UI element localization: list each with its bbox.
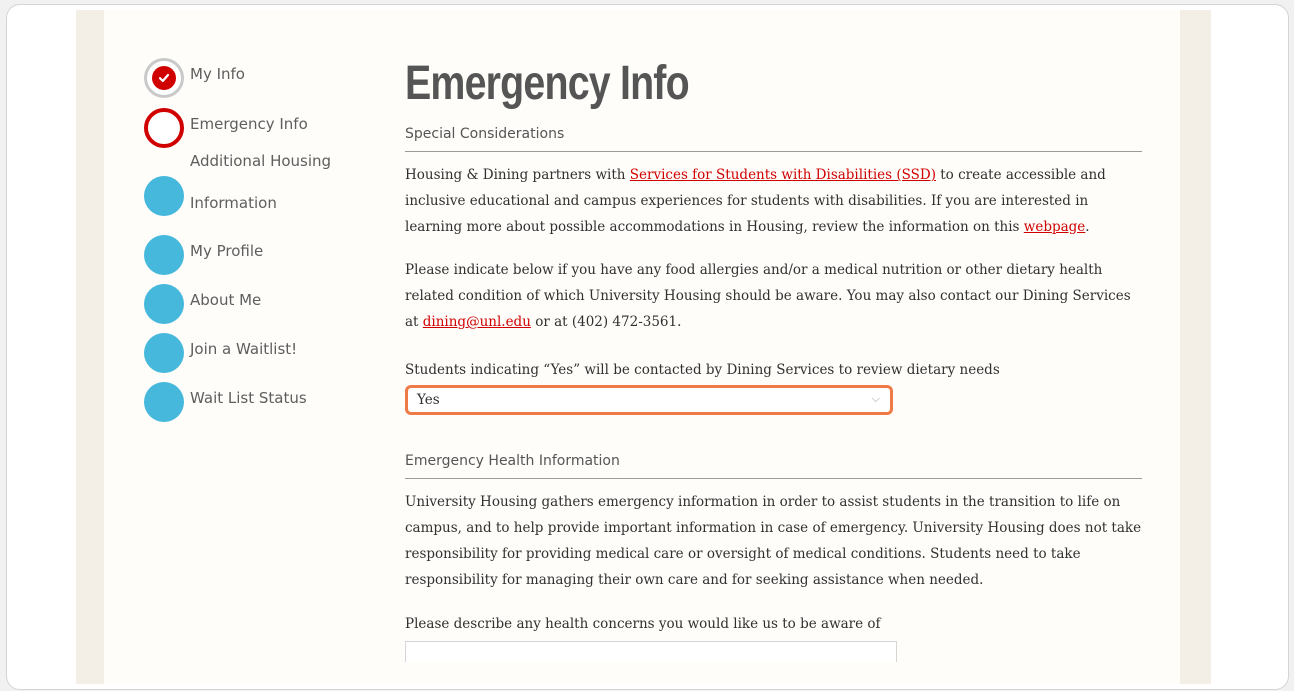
- dietary-needs-select-value: Yes: [417, 392, 440, 408]
- sidebar-item-label: About Me: [190, 291, 262, 309]
- dietary-paragraph: Please indicate below if you have any fo…: [405, 262, 1131, 330]
- health-info-paragraph: University Housing gathers emergency inf…: [405, 494, 1142, 588]
- ssd-link[interactable]: Services for Students with Disabilities …: [630, 167, 936, 183]
- step-current-indicator: [144, 108, 184, 148]
- sidebar-item-my-info[interactable]: My Info: [144, 58, 245, 98]
- sidebar-item-label: My Profile: [190, 242, 264, 260]
- step-pending-indicator: [144, 382, 184, 422]
- page-title: Emergency Info: [405, 57, 690, 110]
- emergency-health-heading: Emergency Health Information: [405, 453, 1142, 479]
- webpage-link[interactable]: webpage: [1024, 219, 1086, 235]
- check-icon: [158, 73, 170, 83]
- sidebar-item-label: My Info: [190, 65, 245, 83]
- sidebar-item-wait-list-status[interactable]: Wait List Status: [144, 382, 307, 422]
- dietary-needs-select[interactable]: Yes ⌵: [405, 385, 893, 415]
- ssd-paragraph: Housing & Dining partners with Services …: [405, 167, 1106, 235]
- sidebar-item-label: Emergency Info: [190, 115, 308, 133]
- sidebar-item-join-waitlist[interactable]: Join a Waitlist!: [144, 333, 297, 373]
- sidebar-item-label: Additional Housing Information: [190, 152, 332, 212]
- step-pending-indicator: [144, 235, 184, 275]
- sidebar-item-label: Join a Waitlist!: [190, 340, 298, 358]
- health-concerns-label: Please describe any health concerns you …: [405, 616, 881, 632]
- special-considerations-heading: Special Considerations: [405, 126, 1142, 152]
- chevron-down-icon: ⌵: [871, 392, 880, 405]
- dining-email-link[interactable]: dining@unl.edu: [423, 314, 531, 330]
- step-pending-indicator: [144, 176, 184, 216]
- dietary-select-label: Students indicating “Yes” will be contac…: [405, 362, 1000, 378]
- sidebar-item-about-me[interactable]: About Me: [144, 284, 261, 324]
- sidebar-item-my-profile[interactable]: My Profile: [144, 235, 263, 275]
- step-complete-indicator: [144, 58, 184, 98]
- main-content: Emergency Info Special Considerations Ho…: [405, 55, 1142, 662]
- sidebar-item-label: Wait List Status: [190, 389, 307, 407]
- health-concerns-textarea[interactable]: [405, 641, 897, 662]
- step-pending-indicator: [144, 284, 184, 324]
- step-pending-indicator: [144, 333, 184, 373]
